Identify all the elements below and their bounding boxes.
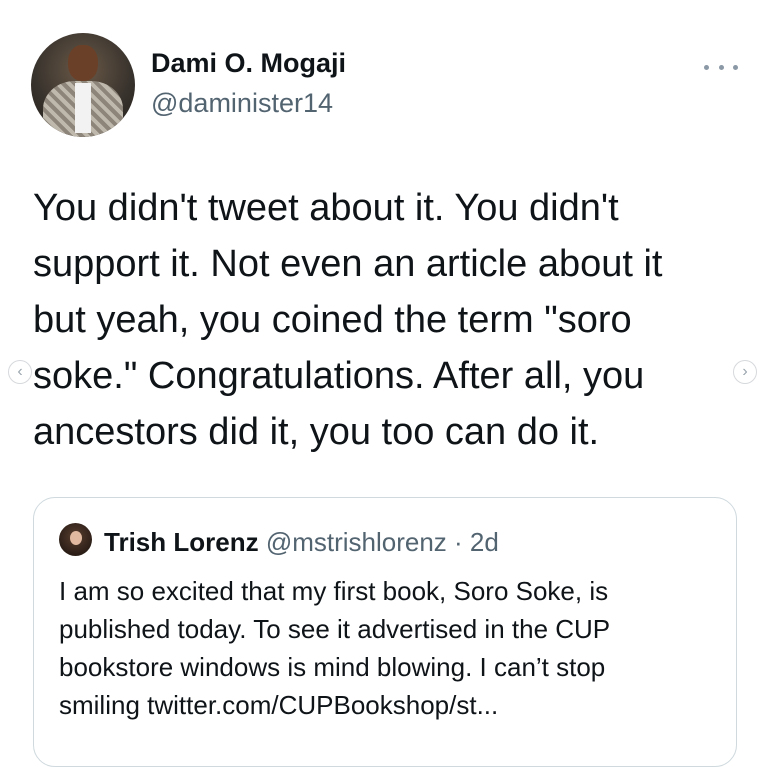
author-handle[interactable]: @daminister14 bbox=[151, 88, 333, 119]
carousel-next-button[interactable]: › bbox=[733, 360, 757, 384]
quoted-tweet-text: I am so excited that my first book, Soro… bbox=[59, 576, 611, 720]
quoted-author-name: Trish Lorenz bbox=[104, 527, 259, 557]
ellipsis-icon[interactable] bbox=[704, 58, 738, 76]
chevron-left-icon: ‹ bbox=[17, 363, 23, 380]
tweet-text: You didn't tweet about it. You didn't su… bbox=[33, 187, 663, 453]
author-avatar[interactable] bbox=[31, 33, 135, 137]
avatar-head bbox=[68, 45, 98, 81]
carousel-prev-button[interactable]: ‹ bbox=[8, 360, 32, 384]
meta-separator: · bbox=[446, 527, 470, 557]
chevron-right-icon: › bbox=[742, 363, 748, 380]
quoted-author-handle: @mstrishlorenz bbox=[265, 527, 447, 557]
quoted-tweet-header: Trish Lorenz @mstrishlorenz · 2d bbox=[104, 527, 499, 558]
dot bbox=[733, 64, 738, 70]
dot bbox=[718, 64, 724, 70]
quoted-author-avatar bbox=[59, 523, 92, 556]
tweet: Dami O. Mogaji @daminister14 You didn't … bbox=[0, 0, 775, 767]
quoted-tweet-card[interactable]: Trish Lorenz @mstrishlorenz · 2d I am so… bbox=[33, 497, 737, 767]
dot bbox=[704, 64, 709, 70]
quoted-tweet-time: 2d bbox=[469, 527, 499, 557]
avatar-face bbox=[70, 531, 82, 545]
author-display-name[interactable]: Dami O. Mogaji bbox=[151, 48, 346, 79]
avatar-shirt bbox=[75, 83, 91, 133]
